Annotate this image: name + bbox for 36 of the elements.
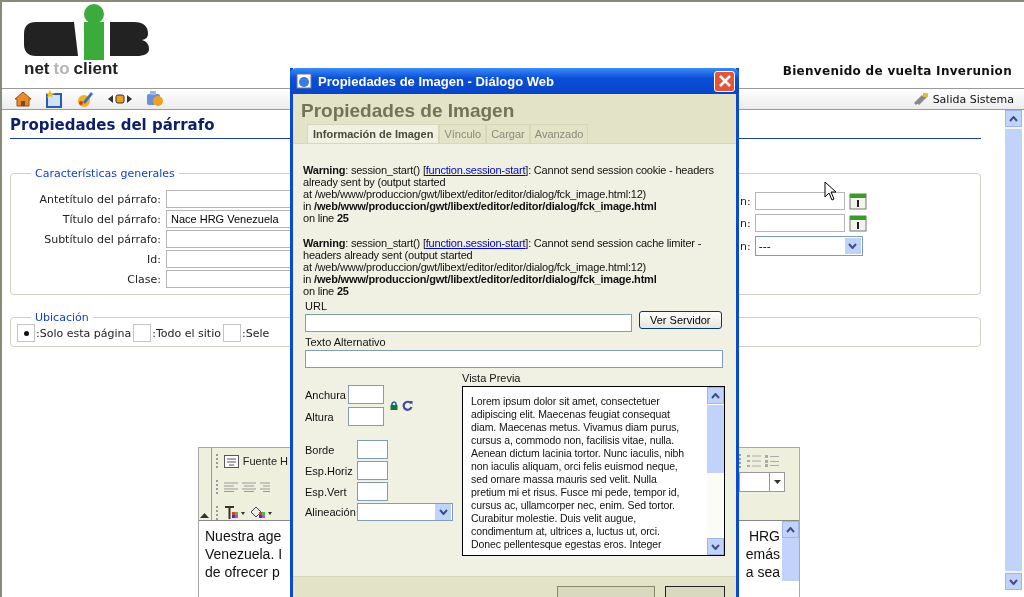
field-label: Subtítulo del párrafo: — [43, 232, 161, 246]
fieldset-legend: Ubicación — [31, 311, 93, 324]
field-label: Borde — [305, 443, 336, 456]
warning-message: Warning: session_start() [function.session-start]: Cannot send session cookie - headers already sent by (output started at /web/www/produccion/gwt/libext/editor/editor/dialog/fck_image.html:12) in /web/www/produccion/gwt/libext/editor/editor/dialog/fck_image.html on line 25 — [303, 164, 715, 224]
field-label: Anchura — [305, 388, 347, 401]
field-label: n: — [740, 239, 751, 253]
field-label: Alineación — [305, 506, 357, 518]
radio-label: :Solo esta página — [36, 326, 132, 340]
field-label: n: — [740, 194, 751, 208]
radio-label: :Todo el sitio — [152, 326, 221, 340]
field-label: Esp.Vert — [305, 485, 348, 498]
editor-text: emás — [744, 545, 780, 563]
field-label: Id: — [146, 252, 161, 266]
radio-label: :Sele — [241, 326, 270, 340]
welcome-text: Bienvenido de vuelta Inverunion — [782, 64, 1012, 78]
logo-text: net — [24, 60, 50, 78]
field-label: Esp.Horiz — [305, 464, 354, 477]
warning-message: Warning: session_start() [function.session-start]: Cannot send session cache limiter - headers already sent (output started at /web/www/produccion/gwt/libext/editor/editor/dialog/fck_image.html:12) in /web/www/produccion/gwt/libext/editor/editor/dialog/fck_image.html on line 25 — [303, 237, 703, 297]
preview-text: Lorem ipsum dolor sit amet, consectetuer adipiscing elit. Maecenas feugiat consequat diam. Maecenas metus. Vivamus diam purus, cursus a, commodo non, facilisis vitae, nulla. Aenean dictum lacinia tortor. Nunc iaculis, nibh non iaculis aliquam, orci felis euismod neque, sed ornare massa mauris sed velit. Nulla pretium mi et risus. Fusce mi pede, tempor id, cursus ac, ullamcorper nec, enim. Sed tortor. Curabitur molestie. Duis velit augue, condimentum at, ultrices a, luctus ut, orci. Donec pellentesque egestas eros. Integer — [470, 394, 685, 552]
logo-text: to — [53, 60, 70, 78]
field-label: Vista Previa — [462, 372, 522, 384]
editor-text: Venezuela. I — [205, 545, 284, 563]
editor-text: HRG — [747, 527, 780, 545]
field-label: URL — [305, 300, 328, 312]
editor-text: de ofrecer p — [205, 563, 281, 581]
field-label: Título del párrafo: — [61, 212, 161, 226]
field-label: Altura — [305, 410, 335, 423]
editor-text: Nuestra age — [205, 527, 283, 545]
field-label: Clase: — [126, 272, 161, 286]
dialog-title: Propiedades de Imagen - Diálogo Web — [318, 73, 555, 89]
editor-text: a sea — [744, 563, 780, 581]
field-label: Texto Alternativo — [305, 336, 387, 348]
field-label: Antetítulo del párrafo: — [38, 192, 161, 206]
field-label: n: — [740, 216, 751, 230]
logo-text: client — [73, 60, 118, 78]
fieldset-legend: Características generales — [31, 167, 179, 180]
